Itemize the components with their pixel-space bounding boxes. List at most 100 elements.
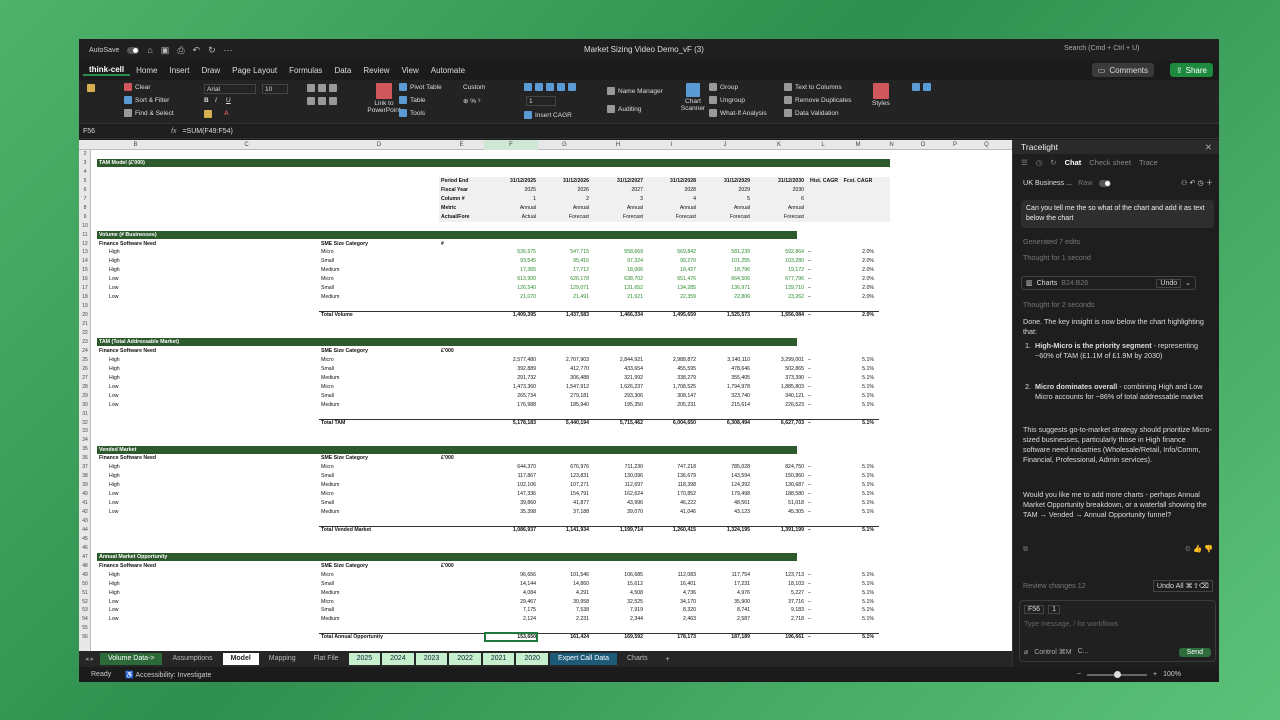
column-header-l[interactable]: L: [806, 140, 840, 150]
row-header-55[interactable]: 55: [79, 624, 91, 633]
table-button[interactable]: Table: [399, 96, 426, 104]
text-to-columns-button[interactable]: Text to Columns: [784, 83, 842, 91]
control-select[interactable]: Control ⌘M: [1034, 648, 1071, 656]
save-icon[interactable]: ▣: [161, 45, 170, 56]
row-header-51[interactable]: 51: [79, 589, 91, 598]
clear-button[interactable]: Clear: [124, 83, 151, 91]
paste-icon[interactable]: [87, 84, 95, 92]
raw-toggle[interactable]: [1098, 179, 1111, 187]
row-header-39[interactable]: 39: [79, 481, 91, 490]
find-select-button[interactable]: Find & Select: [124, 109, 174, 117]
autosave-toggle[interactable]: [127, 46, 140, 54]
column-header-o[interactable]: O: [907, 140, 939, 150]
home-icon[interactable]: ⌂: [147, 45, 152, 55]
menu-view[interactable]: View: [396, 66, 425, 75]
undo-all-button[interactable]: Undo All ⌘⇧⌫: [1152, 580, 1213, 592]
tab-expert-call-data[interactable]: Expert Call Data: [550, 653, 617, 665]
row-header-4[interactable]: 4: [79, 168, 91, 177]
redo-icon[interactable]: ↻: [208, 45, 216, 56]
row-header-9[interactable]: 9: [79, 213, 91, 222]
row-header-30[interactable]: 30: [79, 401, 91, 410]
menu-think-cell[interactable]: think-cell: [83, 65, 131, 76]
row-header-29[interactable]: 29: [79, 392, 91, 401]
zoom-slider[interactable]: [1087, 670, 1147, 678]
row-header-43[interactable]: 43: [79, 517, 91, 526]
send-button[interactable]: Send: [1178, 648, 1211, 657]
row-header-18[interactable]: 18: [79, 293, 91, 302]
menu-review[interactable]: Review: [357, 66, 395, 75]
column-header-i[interactable]: I: [645, 140, 698, 150]
row-header-6[interactable]: 6: [79, 186, 91, 195]
tab-2022[interactable]: 2022: [449, 653, 481, 665]
row-header-13[interactable]: 13: [79, 248, 91, 257]
name-box[interactable]: F56: [79, 128, 121, 135]
spreadsheet-grid[interactable]: BCDEFGHIJKLMNOPQRST 23456789101112131415…: [79, 140, 1012, 651]
row-header-12[interactable]: 12: [79, 240, 91, 249]
name-manager-button[interactable]: Name Manager: [607, 87, 663, 95]
row-header-42[interactable]: 42: [79, 508, 91, 517]
copy-icon[interactable]: ⧉: [1023, 544, 1028, 554]
chevron-down-icon[interactable]: ⌄: [1185, 279, 1191, 287]
row-header-40[interactable]: 40: [79, 490, 91, 499]
menu-draw[interactable]: Draw: [195, 66, 226, 75]
print-icon[interactable]: ⎙: [177, 45, 184, 56]
column-header-f[interactable]: F: [484, 140, 538, 150]
align-center-icons[interactable]: [307, 97, 337, 105]
tab-mapping[interactable]: Mapping: [261, 653, 304, 665]
message-input[interactable]: Type message, / for workflows: [1024, 621, 1118, 628]
menu-insert[interactable]: Insert: [163, 66, 195, 75]
row-header-37[interactable]: 37: [79, 463, 91, 472]
row-header-48[interactable]: 48: [79, 562, 91, 571]
row-header-53[interactable]: 53: [79, 606, 91, 615]
row-header-14[interactable]: 14: [79, 257, 91, 266]
chart-scanner-button[interactable]: Chart Scanner: [679, 83, 707, 112]
comments-button[interactable]: ▭ Comments: [1091, 63, 1154, 77]
column-header-r[interactable]: R: [1002, 140, 1012, 150]
column-header-c[interactable]: C: [174, 140, 319, 150]
undo-icon[interactable]: ↶: [193, 45, 201, 56]
row-header-45[interactable]: 45: [79, 535, 91, 544]
row-header-44[interactable]: 44: [79, 526, 91, 535]
search-box[interactable]: Search (Cmd + Ctrl + U): [1064, 45, 1139, 52]
row-header-56[interactable]: 56: [79, 633, 91, 642]
tab-charts[interactable]: Charts: [619, 653, 656, 665]
row-header-8[interactable]: 8: [79, 204, 91, 213]
row-header-2[interactable]: 2: [79, 150, 91, 159]
share-button[interactable]: ⇪ Share: [1169, 63, 1213, 77]
row-header-21[interactable]: 21: [79, 320, 91, 329]
bold-button[interactable]: B: [204, 97, 209, 104]
row-header-31[interactable]: 31: [79, 410, 91, 419]
auditing-button[interactable]: Auditing: [607, 105, 642, 113]
accessibility-status[interactable]: ♿ Accessibility: Investigate: [125, 671, 211, 679]
menu-page-layout[interactable]: Page Layout: [226, 66, 283, 75]
row-header-5[interactable]: 5: [79, 177, 91, 186]
add-sheet-icon[interactable]: +: [658, 656, 678, 663]
tab-2020[interactable]: 2020: [516, 653, 549, 665]
more-icon[interactable]: ⋯: [224, 45, 233, 56]
thought-2[interactable]: Thought for 2 seconds: [1023, 300, 1213, 310]
column-header-b[interactable]: B: [97, 140, 174, 150]
zoom-in-icon[interactable]: +: [1153, 671, 1157, 678]
row-header-47[interactable]: 47: [79, 553, 91, 562]
model-select[interactable]: UK Business ...: [1023, 178, 1072, 188]
menu-icon[interactable]: ☰: [1021, 158, 1028, 167]
context-cell-chip[interactable]: F56: [1024, 605, 1045, 614]
menu-data[interactable]: Data: [328, 66, 357, 75]
column-header-h[interactable]: H: [591, 140, 645, 150]
think-cell-icons[interactable]: [524, 83, 576, 91]
link-powerpoint-button[interactable]: Link to PowerPoint: [364, 83, 404, 114]
feedback-icons[interactable]: ⚙ 👍 👎: [1185, 544, 1213, 554]
context-count-chip[interactable]: 1: [1048, 605, 1060, 614]
zoom-control[interactable]: − + 100%: [1077, 670, 1181, 678]
row-header-33[interactable]: 33: [79, 427, 91, 436]
addin-icons[interactable]: [912, 83, 931, 91]
row-header-54[interactable]: 54: [79, 615, 91, 624]
tab-assumptions[interactable]: Assumptions: [164, 653, 220, 665]
column-header-j[interactable]: J: [698, 140, 752, 150]
menu-formulas[interactable]: Formulas: [283, 66, 328, 75]
row-header-10[interactable]: 10: [79, 222, 91, 231]
row-header-36[interactable]: 36: [79, 454, 91, 463]
what-if-button[interactable]: What-If Analysis: [709, 109, 767, 117]
column-header-n[interactable]: N: [876, 140, 907, 150]
row-header-38[interactable]: 38: [79, 472, 91, 481]
